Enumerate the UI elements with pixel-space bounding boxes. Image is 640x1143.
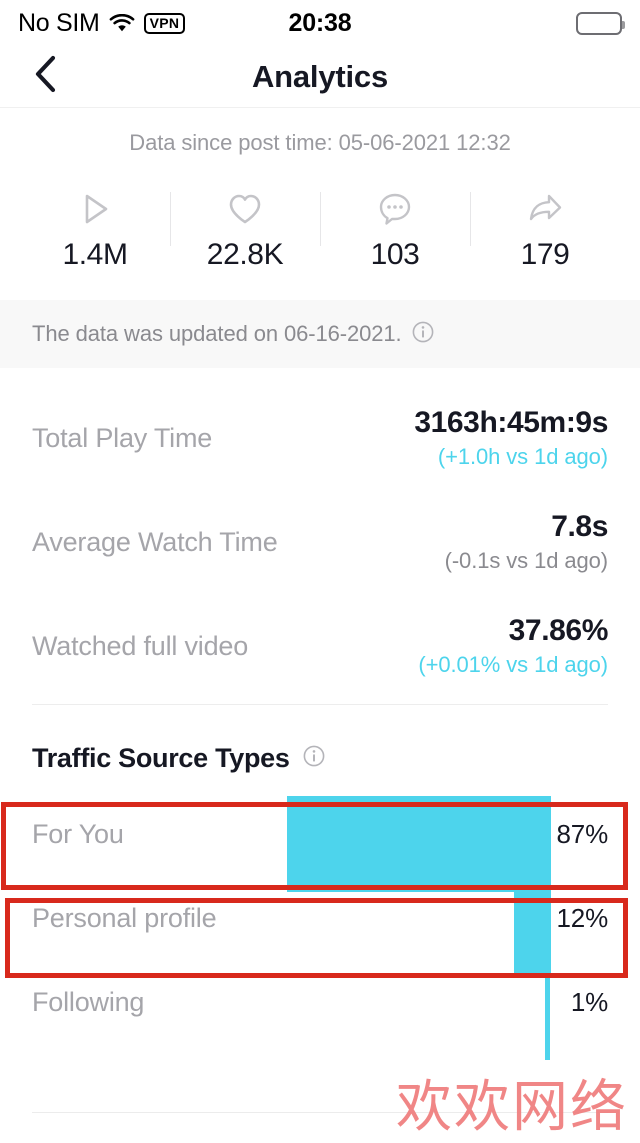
chevron-left-icon — [33, 54, 59, 99]
stat-plays: 1.4M — [20, 188, 170, 272]
carrier-label: No SIM — [18, 8, 100, 37]
traffic-source-header: Traffic Source Types — [0, 705, 640, 774]
status-bar-left: No SIM VPN — [18, 8, 186, 38]
metric-value: 37.86% — [508, 614, 609, 648]
metric-label: Average Watch Time — [32, 526, 278, 557]
stat-comments: 103 — [320, 188, 470, 272]
engagement-stats-row: 1.4M 22.8K 103 179 — [0, 162, 640, 300]
traffic-source-chart: For You 87% Personal profile 12% Followi… — [0, 792, 640, 1060]
traffic-percent: 12% — [556, 902, 609, 933]
metric-row-watched-full-video: Watched full video 37.86% (+0.01% vs 1d … — [32, 594, 608, 698]
metric-values: 7.8s (-0.1s vs 1d ago) — [444, 510, 609, 574]
metric-delta: (+0.01% vs 1d ago) — [418, 651, 608, 677]
back-button[interactable] — [24, 55, 68, 99]
traffic-label: For You — [32, 818, 124, 849]
info-icon[interactable] — [411, 320, 435, 349]
info-icon[interactable] — [302, 744, 326, 773]
play-icon — [75, 188, 115, 230]
metric-values: 37.86% (+0.01% vs 1d ago) — [418, 614, 608, 678]
stat-likes-value: 22.8K — [206, 238, 284, 271]
stat-shares: 179 — [470, 188, 620, 272]
traffic-rows: For You 87% Personal profile 12% Followi… — [0, 792, 640, 1044]
metric-value: 7.8s — [551, 510, 608, 544]
wifi-icon — [109, 13, 135, 33]
metrics-list: Total Play Time 3163h:45m:9s (+1.0h vs 1… — [0, 368, 640, 705]
stat-comments-value: 103 — [370, 238, 420, 271]
metric-values: 3163h:45m:9s (+1.0h vs 1d ago) — [414, 406, 608, 470]
metric-row-average-watch-time: Average Watch Time 7.8s (-0.1s vs 1d ago… — [32, 490, 608, 594]
stat-shares-value: 179 — [520, 238, 570, 271]
comment-icon — [375, 188, 415, 230]
metric-delta: (-0.1s vs 1d ago) — [444, 547, 608, 573]
page-title: Analytics — [251, 58, 389, 94]
data-since-label: Data since post time: 05-06-2021 12:32 — [129, 130, 511, 155]
battery-icon — [576, 11, 625, 35]
metric-value: 3163h:45m:9s — [414, 406, 608, 440]
traffic-percent: 87% — [556, 818, 609, 849]
traffic-row-for-you[interactable]: For You 87% — [0, 792, 640, 876]
vpn-badge: VPN — [143, 12, 186, 34]
navigation-bar: Analytics — [0, 46, 640, 108]
metric-label: Total Play Time — [32, 422, 213, 453]
status-bar: No SIM VPN 20:38 — [0, 0, 640, 46]
stat-likes: 22.8K — [170, 188, 320, 272]
traffic-label: Following — [32, 986, 145, 1017]
heart-icon — [225, 188, 265, 230]
metric-delta: (+1.0h vs 1d ago) — [437, 443, 608, 469]
data-updated-banner: The data was updated on 06-16-2021. — [0, 300, 640, 368]
traffic-percent: 1% — [570, 986, 608, 1017]
share-icon — [525, 188, 565, 230]
metric-row-total-play-time: Total Play Time 3163h:45m:9s (+1.0h vs 1… — [32, 386, 608, 490]
stat-plays-value: 1.4M — [62, 238, 128, 271]
metric-label: Watched full video — [32, 630, 249, 661]
traffic-row-following[interactable]: Following 1% — [0, 960, 640, 1044]
traffic-label: Personal profile — [32, 902, 217, 933]
traffic-row-personal-profile[interactable]: Personal profile 12% — [0, 876, 640, 960]
data-updated-label: The data was updated on 06-16-2021. — [32, 321, 402, 346]
traffic-source-title: Traffic Source Types — [32, 743, 290, 773]
watermark: 欢欢网络 — [396, 1075, 628, 1140]
status-bar-right — [576, 11, 625, 35]
